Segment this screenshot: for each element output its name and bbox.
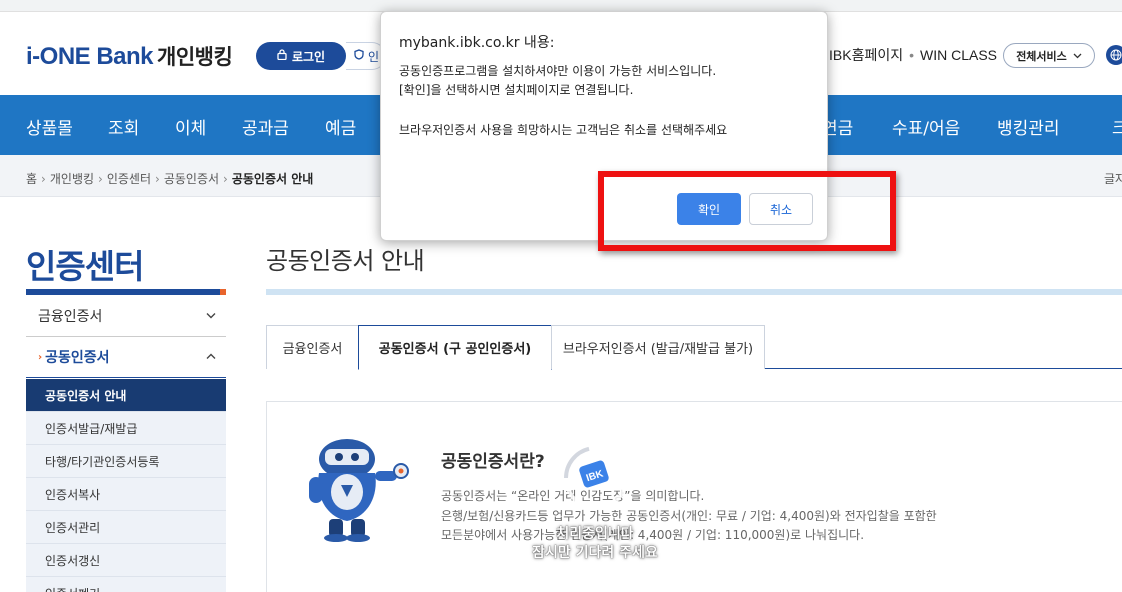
loading-message-2: 잠시만 기다려 주세요	[532, 545, 658, 561]
breadcrumb-separator: ›	[98, 172, 103, 186]
title-divider	[266, 289, 1122, 295]
sidebar-item-cert-copy[interactable]: 인증서복사	[26, 478, 226, 511]
nav-item-deposit[interactable]: 예금	[325, 114, 356, 139]
breadcrumb-separator: ›	[223, 172, 228, 186]
nav-item-more[interactable]: 크	[1112, 114, 1122, 139]
chevron-down-icon	[1073, 49, 1082, 62]
sidebar-title-bar	[26, 289, 226, 295]
highlight-annotation-box	[598, 171, 896, 251]
sidebar-group-label: 공동인증서	[45, 350, 110, 366]
intro-heading: 공동인증서란?	[441, 452, 545, 472]
bullet-icon: ›	[38, 351, 43, 363]
bank-logo[interactable]: i-ONE Bank 개인뱅킹	[26, 41, 233, 71]
sidebar-item-cert-management[interactable]: 인증서관리	[26, 511, 226, 544]
sidebar-item-cert-issue[interactable]: 인증서발급/재발급	[26, 412, 226, 445]
sidebar-title: 인증센터	[26, 247, 144, 286]
globe-icon[interactable]	[1106, 45, 1122, 65]
breadcrumb-separator: ›	[155, 172, 160, 186]
all-services-button[interactable]: 전체서비스	[1003, 43, 1095, 68]
sidebar-group-joint-cert[interactable]: › 공동인증서	[26, 337, 226, 378]
sidebar-item-cert-guide[interactable]: 공동인증서 안내	[26, 379, 226, 412]
mascot-illustration	[305, 437, 410, 546]
chevron-down-icon	[206, 308, 216, 322]
utility-links: IBK홈페이지 • WIN CLASS	[829, 45, 997, 65]
login-label: 로그인	[291, 49, 326, 64]
lock-icon	[277, 49, 287, 63]
nav-item-banking-management[interactable]: 뱅킹관리	[997, 114, 1060, 139]
breadcrumb-home[interactable]: 홈	[26, 172, 37, 186]
sidebar-accent	[220, 289, 226, 295]
breadcrumb-joint-cert[interactable]: 공동인증서	[164, 172, 219, 186]
breadcrumb-separator: ›	[41, 172, 46, 186]
sidebar-item-cert-renewal[interactable]: 인증서갱신	[26, 544, 226, 577]
chevron-up-icon	[206, 349, 216, 363]
page-title: 공동인증서 안내	[266, 247, 425, 275]
nav-item-inquiry[interactable]: 조회	[108, 114, 139, 139]
breadcrumb-cert-center[interactable]: 인증센터	[107, 172, 151, 186]
nav-item-transfer[interactable]: 이체	[175, 114, 206, 139]
cert-tabs: 금융인증서 공동인증서 (구 공인인증서) 브라우저인증서 (발급/재발급 불가…	[266, 325, 1122, 370]
separator-dot: •	[909, 47, 914, 63]
dialog-message-2: [확인]을 선택하시면 설치페이지로 연결됩니다.	[399, 83, 634, 97]
win-class-link[interactable]: WIN CLASS	[920, 47, 997, 63]
sidebar-item-cert-revoke[interactable]: 인증서폐기	[26, 577, 226, 592]
loading-spinner: IBK	[561, 443, 631, 513]
nav-item-checks[interactable]: 수표/어음	[892, 114, 960, 139]
loading-message-1: 처리중입니다	[556, 526, 634, 542]
tab-joint-cert[interactable]: 공동인증서 (구 공인인증서)	[358, 325, 552, 370]
shield-icon	[354, 49, 364, 63]
sidebar-item-other-bank-cert[interactable]: 타행/타기관인증서등록	[26, 445, 226, 478]
font-size-control[interactable]: 글자	[1104, 170, 1122, 187]
breadcrumb-current: 공동인증서 안내	[231, 172, 314, 186]
dialog-message-3: 브라우저인증서 사용을 희망하시는 고객님은 취소를 선택해주세요	[399, 123, 728, 137]
sidebar-group-label: 금융인증서	[38, 309, 103, 325]
logo-text: i-ONE Bank	[26, 43, 154, 70]
all-services-label: 전체서비스	[1016, 49, 1067, 63]
dialog-title: mybank.ibk.co.kr 내용:	[399, 35, 555, 51]
logo-sub: 개인뱅킹	[157, 46, 233, 69]
tab-browser-cert[interactable]: 브라우저인증서 (발급/재발급 불가)	[551, 325, 765, 369]
breadcrumb-personal-banking[interactable]: 개인뱅킹	[50, 172, 94, 186]
sidebar-group-financial-cert[interactable]: 금융인증서	[26, 296, 226, 337]
ibk-home-link[interactable]: IBK홈페이지	[829, 47, 903, 63]
intro-line-2: 은행/보험/신용카드등 업무가 가능한 공동인증서(개인: 무료 / 기업: 4…	[441, 509, 937, 523]
nav-item-products[interactable]: 상품몰	[26, 114, 73, 139]
dialog-message-1: 공동인증프로그램을 설치하셔야만 이용이 가능한 서비스입니다.	[399, 64, 717, 78]
login-button[interactable]: 로그인	[256, 42, 346, 70]
tab-financial-cert[interactable]: 금융인증서	[266, 325, 359, 369]
cert-label: 인	[368, 49, 380, 64]
nav-item-utility-bills[interactable]: 공과금	[242, 114, 289, 139]
